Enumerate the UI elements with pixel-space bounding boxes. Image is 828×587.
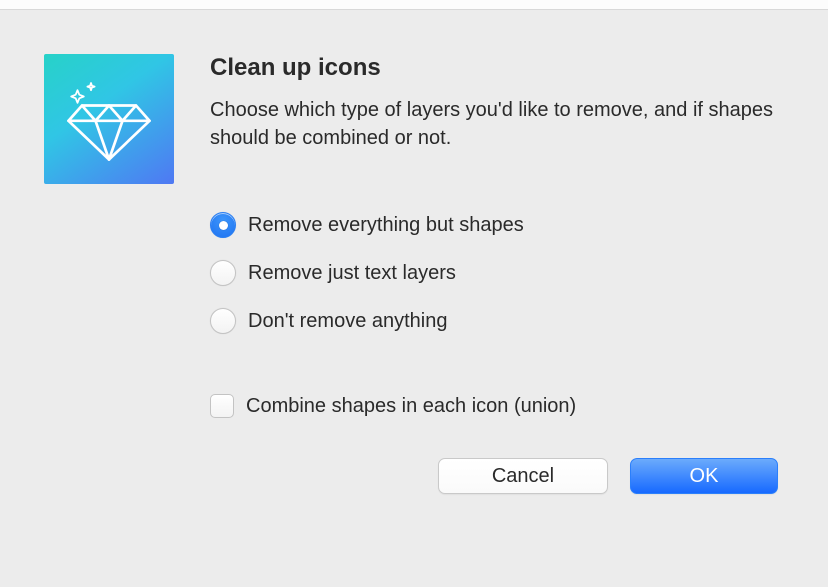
radio-group-remove: Remove everything but shapes Remove just… [210,212,784,334]
dialog-content: Clean up icons Choose which type of laye… [0,10,828,524]
cancel-button[interactable]: Cancel [438,458,608,494]
radio-label: Don't remove anything [248,310,447,333]
dialog-title: Clean up icons [210,54,784,82]
app-icon-box [44,54,174,184]
radio-input[interactable] [210,212,236,238]
checkbox-group: Combine shapes in each icon (union) [210,394,784,418]
radio-label: Remove everything but shapes [248,214,524,237]
diamond-icon [64,74,154,164]
titlebar [0,0,828,10]
radio-option-remove-all-but-shapes[interactable]: Remove everything but shapes [210,212,784,238]
checkbox-label: Combine shapes in each icon (union) [246,395,576,418]
radio-input[interactable] [210,260,236,286]
dialog-description: Choose which type of layers you'd like t… [210,96,784,152]
radio-label: Remove just text layers [248,262,456,285]
radio-option-dont-remove[interactable]: Don't remove anything [210,308,784,334]
radio-input[interactable] [210,308,236,334]
checkbox-combine-shapes[interactable]: Combine shapes in each icon (union) [210,394,784,418]
radio-option-remove-text-layers[interactable]: Remove just text layers [210,260,784,286]
button-row: Cancel OK [210,458,784,494]
main-panel: Clean up icons Choose which type of laye… [210,54,784,494]
checkbox-input[interactable] [210,394,234,418]
ok-button[interactable]: OK [630,458,778,494]
